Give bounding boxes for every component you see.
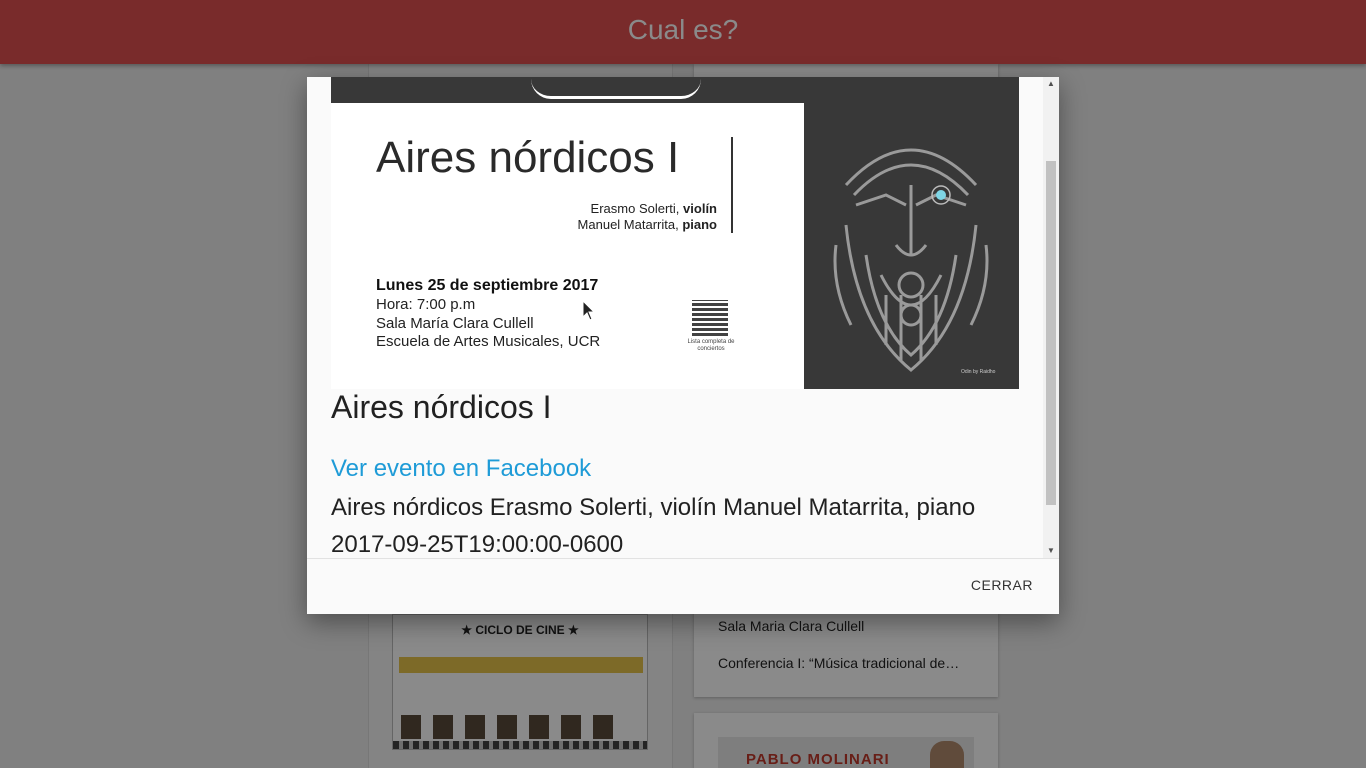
poster-venue: Sala María Clara Cullell: [376, 315, 534, 332]
event-poster-image: Aires nórdicos I Erasmo Solerti, violín …: [331, 77, 1019, 389]
mouse-pointer-icon: [582, 300, 596, 321]
odin-face-icon: [833, 148, 989, 372]
facebook-event-link[interactable]: Ver evento en Facebook: [331, 455, 591, 483]
viking-face-art: [804, 103, 1019, 389]
event-title: Aires nórdicos I: [331, 389, 552, 425]
event-dialog: Aires nórdicos I Erasmo Solerti, violín …: [307, 77, 1059, 614]
poster-performer-2: Manuel Matarrita, piano: [577, 217, 717, 232]
event-description-text: Aires nórdicos Erasmo Solerti, violín Ma…: [331, 494, 976, 521]
event-description: Aires nórdicos Erasmo Solerti, violín Ma…: [331, 489, 1021, 558]
qr-code-icon: [692, 300, 728, 336]
poster-date: Lunes 25 de septiembre 2017: [376, 277, 599, 294]
scrollbar-thumb[interactable]: [1046, 161, 1056, 505]
poster-title: Aires nórdicos I: [376, 133, 680, 182]
scroll-down-icon[interactable]: ▼: [1043, 544, 1059, 558]
dialog-scrollbar[interactable]: ▲ ▼: [1043, 77, 1059, 558]
scroll-up-icon[interactable]: ▲: [1043, 77, 1059, 91]
poster-school: Escuela de Artes Musicales, UCR: [376, 333, 601, 350]
dialog-actions: CERRAR: [307, 558, 1059, 614]
event-datetime: 2017-09-25T19:00:00-0600: [331, 531, 624, 558]
poster-performer-1: Erasmo Solerti, violín: [590, 201, 717, 216]
poster-time: Hora: 7:00 p.m: [376, 296, 476, 313]
close-button[interactable]: CERRAR: [971, 577, 1033, 593]
qr-caption: Lista completa de conciertos: [687, 339, 735, 352]
dialog-content[interactable]: Aires nórdicos I Erasmo Solerti, violín …: [307, 77, 1043, 558]
poster-credit: Odin by Raidho: [961, 369, 996, 375]
